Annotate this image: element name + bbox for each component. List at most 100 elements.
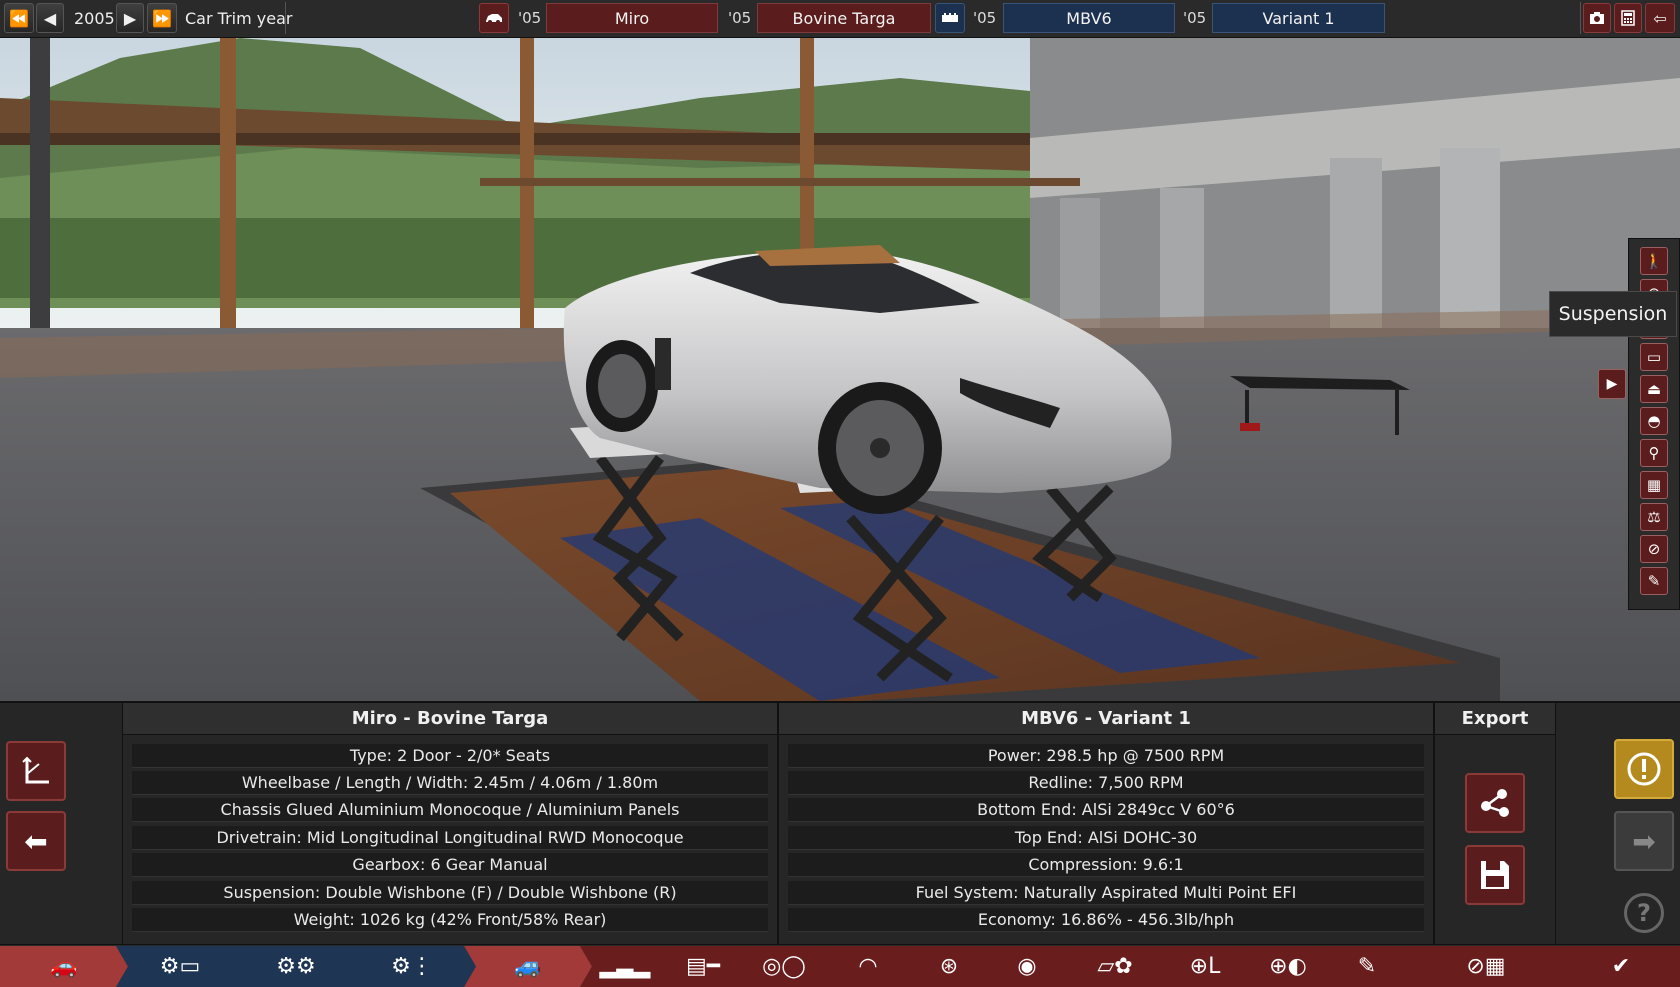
help-button[interactable]: ? xyxy=(1624,893,1664,933)
car-row-weight: Weight: 1026 kg (42% Front/58% Rear) xyxy=(132,908,768,932)
camera-icon xyxy=(1590,12,1604,24)
skip-forward-icon: ⏩ xyxy=(152,8,172,28)
engine-icon xyxy=(942,13,958,22)
save-button[interactable] xyxy=(1465,845,1525,905)
save-icon xyxy=(1481,861,1509,889)
car-row-gearbox: Gearbox: 6 Gear Manual xyxy=(132,853,768,877)
divider xyxy=(1580,2,1581,34)
steering-icon: ⊕L xyxy=(1189,954,1221,979)
tab-engine-family[interactable]: ⚙▭ xyxy=(116,946,244,987)
variant-name-field[interactable]: Variant 1 xyxy=(1212,3,1385,33)
top-bar: ⏪ ◀ 2005 ▶ ⏩ Car Trim year '05 Miro '05 … xyxy=(0,0,1680,38)
play-icon: ▶ xyxy=(1606,376,1618,392)
engine-summary: MBV6 - Variant 1 Power: 298.5 hp @ 7500 … xyxy=(778,703,1434,946)
back-button[interactable]: ⬅ xyxy=(6,811,66,871)
seat-view-button[interactable]: ⚲ xyxy=(1640,439,1668,467)
car-row-drivetrain: Drivetrain: Mid Longitudinal Longitudina… xyxy=(132,826,768,850)
share-button[interactable] xyxy=(1465,773,1525,833)
back-to-menu-button[interactable]: ⇦ xyxy=(1645,3,1675,33)
tab-tyres[interactable]: ⊕◐ xyxy=(1240,946,1336,987)
checkmark-icon: ✔ xyxy=(1611,954,1631,979)
next-year-button[interactable]: ▶ xyxy=(116,3,144,33)
chassis-icon: ▤━ xyxy=(685,954,721,979)
car-icon xyxy=(486,14,502,24)
engine-row-bottom-end: Bottom End: AlSi 2849cc V 60°6 xyxy=(788,798,1424,822)
engine-name-field[interactable]: MBV6 xyxy=(1003,3,1175,33)
tab-car-model[interactable]: 🚗 xyxy=(0,946,128,987)
body-icon: ▭ xyxy=(1646,348,1662,366)
engine-row-top-end: Top End: AlSi DOHC-30 xyxy=(788,826,1424,850)
car-side-icon: ⏏ xyxy=(1646,380,1662,398)
car-select-button[interactable] xyxy=(479,3,509,33)
last-year-button[interactable]: ⏩ xyxy=(147,3,177,33)
next-icon: ▶ xyxy=(123,8,137,28)
warning-icon xyxy=(1627,752,1661,786)
tab-fuel[interactable]: ✎ xyxy=(1324,946,1410,987)
brake-view-button[interactable]: ⊘ xyxy=(1640,535,1668,563)
seat-icon: ⚲ xyxy=(1648,444,1660,462)
model-name-field[interactable]: Miro xyxy=(546,3,718,33)
divider xyxy=(285,2,286,34)
edit-view-button[interactable]: ✎ xyxy=(1640,567,1668,595)
trim-name-field[interactable]: Bovine Targa xyxy=(757,3,931,33)
engine-row-economy: Economy: 16.86% - 456.3lb/hph xyxy=(788,908,1424,932)
brake-icon: ◉ xyxy=(1017,954,1037,979)
right-arrow-icon: ➡ xyxy=(1632,824,1656,858)
model-year: '05 xyxy=(518,9,542,27)
engine-row-power: Power: 298.5 hp @ 7500 RPM xyxy=(788,744,1424,768)
grille-view-button[interactable]: ▦ xyxy=(1640,471,1668,499)
expand-panel-button[interactable]: ▶ xyxy=(1598,369,1626,399)
calculator-icon xyxy=(1621,10,1635,26)
headlight-icon: ◎◯ xyxy=(762,954,806,979)
help-icon: ? xyxy=(1637,899,1651,927)
suspension-tooltip: Suspension xyxy=(1549,291,1677,337)
tab-engine-variant[interactable]: ⚙⚙ xyxy=(232,946,360,987)
next-step-button[interactable]: ➡ xyxy=(1614,811,1674,871)
fuel-icon: ✎ xyxy=(1357,954,1377,979)
engine-summary-title: MBV6 - Variant 1 xyxy=(779,703,1433,735)
tab-chassis[interactable]: ▤━ xyxy=(658,946,748,987)
tab-brakes[interactable]: ◉ xyxy=(982,946,1072,987)
car-3d-viewport[interactable]: 🚶 ⊛ ♙ ▭ ⏏ ◓ ⚲ ▦ ⚖ ⊘ ✎ xyxy=(0,38,1680,701)
stats-button[interactable] xyxy=(1614,3,1642,33)
axes-button[interactable] xyxy=(6,741,66,801)
body-view-button[interactable]: ▭ xyxy=(1640,343,1668,371)
tab-wheels[interactable]: ⊛ xyxy=(904,946,994,987)
walk-view-button[interactable]: 🚶 xyxy=(1640,247,1668,275)
left-arrow-icon: ⬅ xyxy=(24,824,48,858)
engine-select-button[interactable] xyxy=(935,3,965,33)
car-summary: Miro - Bovine Targa Type: 2 Door - 2/0* … xyxy=(122,703,778,946)
previous-year-button[interactable]: ◀ xyxy=(36,3,64,33)
car-body-view-button[interactable]: ◓ xyxy=(1640,407,1668,435)
first-year-button[interactable]: ⏪ xyxy=(4,3,34,33)
tyre-icon: ⊕◐ xyxy=(1269,954,1307,979)
export-title: Export xyxy=(1435,703,1555,735)
showroom-scene xyxy=(0,38,1680,701)
car-row-dimensions: Wheelbase / Length / Width: 2.45m / 4.06… xyxy=(132,771,768,795)
tab-fixtures[interactable]: ◎◯ xyxy=(736,946,832,987)
car-row-chassis: Chassis Glued Aluminium Monocoque / Alum… xyxy=(132,798,768,822)
body-style-icon: ▂▃▂ xyxy=(599,954,651,979)
suspension-view-button[interactable]: ⚖ xyxy=(1640,503,1668,531)
engine-family-icon: ⚙▭ xyxy=(159,954,201,979)
warnings-button[interactable] xyxy=(1614,739,1674,799)
tab-suspension[interactable]: ⊕L xyxy=(1158,946,1252,987)
tab-finish[interactable]: ✔ xyxy=(1562,946,1680,987)
tab-testing[interactable]: ⊘▦ xyxy=(1398,946,1574,987)
year-caption: Car Trim year xyxy=(185,8,293,28)
tab-engine-tune[interactable]: ⚙⋮ xyxy=(348,946,476,987)
engine-row-redline: Redline: 7,500 RPM xyxy=(788,771,1424,795)
export-panel: Export xyxy=(1434,703,1556,946)
walk-icon: 🚶 xyxy=(1644,252,1664,270)
tab-car-trim[interactable]: 🚙 xyxy=(464,946,592,987)
car-side-view-button[interactable]: ⏏ xyxy=(1640,375,1668,403)
tab-interior[interactable]: ◠ xyxy=(820,946,916,987)
axes-icon xyxy=(22,756,49,784)
grille-icon: ▦ xyxy=(1646,476,1662,494)
engine-year: '05 xyxy=(973,9,997,27)
engine-tune-icon: ⚙⋮ xyxy=(391,954,433,979)
screenshot-button[interactable] xyxy=(1583,3,1611,33)
tab-body[interactable]: ▂▃▂ xyxy=(580,946,670,987)
car-trim-icon: 🚙 xyxy=(514,954,542,979)
tab-aero[interactable]: ▱✿ xyxy=(1060,946,1170,987)
